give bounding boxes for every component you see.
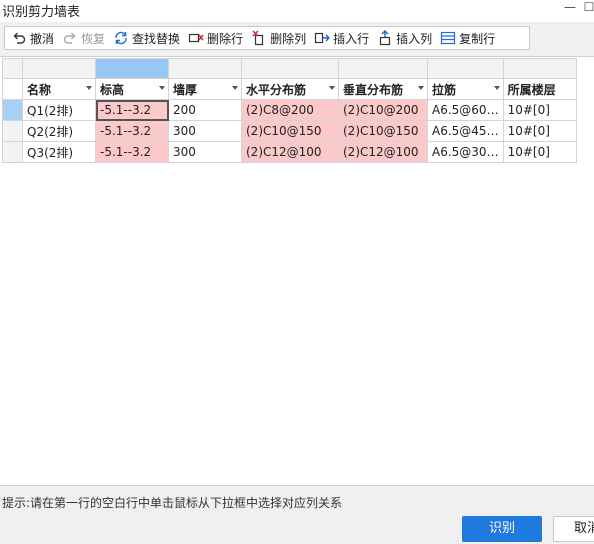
mapping-cell[interactable] xyxy=(427,58,504,79)
mapping-cell[interactable] xyxy=(502,58,577,79)
table-cell[interactable]: (2)C10@150 xyxy=(241,120,339,142)
row-header-selected[interactable] xyxy=(2,99,23,121)
table-row[interactable]: Q3(2排) -5.1--3.2 300 (2)C12@100 (2)C12@1… xyxy=(2,141,577,163)
table-cell[interactable]: Q2(2排) xyxy=(22,120,96,142)
table-cell[interactable]: (2)C8@200 xyxy=(241,99,339,121)
maximize-icon[interactable]: ☐ xyxy=(582,0,594,14)
row-header[interactable] xyxy=(2,141,23,163)
table-cell[interactable]: 300 xyxy=(168,141,242,163)
table-cell[interactable]: 300 xyxy=(168,120,242,142)
chevron-down-icon[interactable] xyxy=(493,86,500,90)
insert-row-label: 插入行 xyxy=(333,31,370,46)
mapping-cell[interactable] xyxy=(241,58,339,79)
copy-row-label: 复制行 xyxy=(459,31,496,46)
row-header[interactable] xyxy=(2,120,23,142)
copy-row-button[interactable]: 复制行 xyxy=(437,27,498,49)
table-cell[interactable]: 200 xyxy=(168,99,242,121)
recognize-button[interactable]: 识别 xyxy=(462,516,542,542)
header-label: 水平分布筋 xyxy=(246,82,307,97)
header-label: 所属楼层 xyxy=(507,82,556,97)
chevron-down-icon[interactable] xyxy=(86,86,92,90)
table-cell[interactable]: -5.1--3.2 xyxy=(95,141,169,163)
header-cell[interactable]: 名称 xyxy=(22,78,96,100)
table-cell[interactable]: 10#[0] xyxy=(502,141,577,163)
cancel-button[interactable]: 取消 xyxy=(553,516,594,542)
chevron-down-icon[interactable] xyxy=(329,86,335,90)
header-label: 标高 xyxy=(100,82,125,97)
table-cell[interactable]: (2)C12@100 xyxy=(241,141,339,163)
table-cell-active[interactable]: -5.1--3.2 xyxy=(95,99,169,121)
copy-row-icon xyxy=(441,31,456,45)
insert-col-label: 插入列 xyxy=(396,31,433,46)
header-label: 墙厚 xyxy=(173,82,198,97)
delete-col-icon xyxy=(252,30,264,46)
header-cell[interactable]: 拉筋 xyxy=(427,78,504,100)
chevron-down-icon[interactable] xyxy=(159,86,165,90)
table-cell[interactable]: (2)C10@200 xyxy=(338,99,428,121)
hint-text: 提示:请在第一行的空白行中单击鼠标从下拉框中选择对应列关系 xyxy=(2,496,343,510)
table-row[interactable]: Q1(2排) -5.1--3.2 200 (2)C8@200 (2)C10@20… xyxy=(2,99,577,121)
delete-col-label: 删除列 xyxy=(270,31,307,46)
header-row: 名称 标高 墙厚 水平分布筋 垂直分布筋 拉筋 所属楼层 xyxy=(2,78,577,100)
minimize-icon[interactable]: — xyxy=(563,0,577,14)
insert-row-icon xyxy=(314,32,331,44)
table-cell[interactable]: 10#[0] xyxy=(502,99,577,121)
table-cell[interactable]: 10#[0] xyxy=(502,120,577,142)
header-cell[interactable]: 所属楼层 xyxy=(502,78,577,100)
redo-icon xyxy=(63,32,76,44)
delete-row-button[interactable]: 删除行 xyxy=(185,27,246,49)
undo-icon xyxy=(13,32,26,44)
mapping-cell[interactable] xyxy=(168,58,242,79)
table-cell[interactable]: A6.5@45… xyxy=(427,120,504,142)
corner-cell xyxy=(2,58,23,79)
table-row[interactable]: Q2(2排) -5.1--3.2 300 (2)C10@150 (2)C10@1… xyxy=(2,120,577,142)
header-cell[interactable]: 墙厚 xyxy=(168,78,242,100)
header-label: 拉筋 xyxy=(432,82,457,97)
header-label: 垂直分布筋 xyxy=(343,82,404,97)
column-mapping-row xyxy=(2,58,577,79)
window-title: 识别剪力墙表 xyxy=(2,5,81,20)
mapping-cell[interactable] xyxy=(22,58,96,79)
grid-panel: 名称 标高 墙厚 水平分布筋 垂直分布筋 拉筋 所属楼层 Q1(2排) -5.1… xyxy=(0,56,594,486)
header-cell[interactable]: 垂直分布筋 xyxy=(338,78,428,100)
insert-col-icon xyxy=(379,30,391,46)
insert-col-button[interactable]: 插入列 xyxy=(374,27,435,49)
chevron-down-icon[interactable] xyxy=(418,86,424,90)
delete-row-icon xyxy=(188,33,204,43)
table-cell[interactable]: A6.5@30… xyxy=(427,141,504,163)
toolbar: 撤消 恢复 查找替换 删除行 删除列 插入行 插入列 复制行 xyxy=(4,26,530,50)
table-cell[interactable]: (2)C12@100 xyxy=(338,141,428,163)
delete-col-button[interactable]: 删除列 xyxy=(248,27,309,49)
find-replace-icon xyxy=(115,31,127,45)
find-replace-button[interactable]: 查找替换 xyxy=(110,27,183,49)
header-label: 名称 xyxy=(27,82,52,97)
header-cell[interactable]: 水平分布筋 xyxy=(241,78,339,100)
chevron-down-icon[interactable] xyxy=(232,86,238,90)
insert-row-button[interactable]: 插入行 xyxy=(311,27,372,49)
table-cell[interactable]: (2)C10@150 xyxy=(338,120,428,142)
table-cell[interactable]: -5.1--3.2 xyxy=(95,120,169,142)
undo-button[interactable]: 撤消 xyxy=(8,27,57,49)
mapping-cell-selected[interactable] xyxy=(95,58,169,79)
table-cell[interactable]: Q1(2排) xyxy=(22,99,96,121)
undo-label: 撤消 xyxy=(30,31,55,46)
wall-table: 名称 标高 墙厚 水平分布筋 垂直分布筋 拉筋 所属楼层 Q1(2排) -5.1… xyxy=(2,58,577,163)
delete-row-label: 删除行 xyxy=(207,31,244,46)
row-header xyxy=(2,78,23,100)
table-cell[interactable]: Q3(2排) xyxy=(22,141,96,163)
redo-button[interactable]: 恢复 xyxy=(59,27,108,49)
mapping-cell[interactable] xyxy=(338,58,428,79)
header-cell[interactable]: 标高 xyxy=(95,78,169,100)
find-replace-label: 查找替换 xyxy=(132,31,181,46)
table-cell[interactable]: A6.5@60… xyxy=(427,99,504,121)
redo-label: 恢复 xyxy=(81,31,106,46)
title-bar: 识别剪力墙表 — ☐ xyxy=(0,0,594,22)
